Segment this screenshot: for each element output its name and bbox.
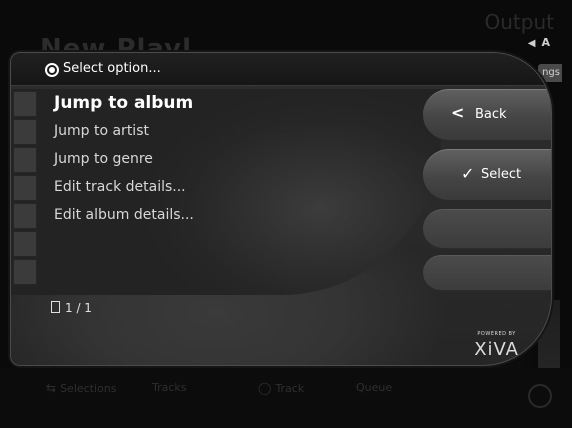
- nav-item-track[interactable]: ◯ Track: [258, 381, 304, 395]
- chevron-left-icon: <: [451, 103, 465, 122]
- brand-logo: POWERED BY XiVA: [474, 331, 519, 360]
- option-jump-to-album[interactable]: Jump to album: [54, 93, 193, 113]
- page-icon: [51, 301, 60, 313]
- option-edit-track-details[interactable]: Edit track details...: [54, 179, 186, 195]
- dialog-title: Select option...: [63, 61, 161, 76]
- option-edit-album-details[interactable]: Edit album details...: [54, 207, 194, 223]
- screen: New Playl Output ◀ A ngs ⇆ Selections Trac…: [0, 0, 572, 428]
- nav-item-tracks[interactable]: Tracks: [152, 381, 187, 394]
- circle-icon: [528, 384, 552, 408]
- row-marker: [13, 91, 37, 117]
- speaker-icon: ◀: [527, 38, 536, 49]
- nav-item-selections[interactable]: ⇆ Selections: [46, 381, 117, 395]
- row-marker: [13, 147, 37, 173]
- option-jump-to-genre[interactable]: Jump to genre: [54, 151, 153, 167]
- page-count: 1 / 1: [65, 301, 92, 315]
- empty-button-slot: [423, 209, 551, 249]
- nav-item-queue[interactable]: Queue: [356, 381, 392, 394]
- xiva-logo: XiVA: [474, 339, 519, 360]
- radio-icon: [45, 63, 59, 77]
- bottom-navigation-bar: [0, 368, 572, 428]
- track-icon: ◯: [258, 381, 272, 395]
- empty-button-slot: [423, 255, 551, 291]
- row-marker: [13, 203, 37, 229]
- powered-by-label: POWERED BY: [477, 331, 516, 337]
- output-label: Output: [484, 10, 554, 34]
- row-marker: [13, 259, 37, 285]
- option-jump-to-artist[interactable]: Jump to artist: [54, 123, 149, 139]
- volume-value: A: [541, 36, 550, 49]
- row-marker: [13, 175, 37, 201]
- select-option-dialog: Select option... Jump to album Jump to a…: [10, 52, 552, 366]
- volume-indicator: ◀ A: [528, 36, 550, 49]
- select-button[interactable]: ✓ Select: [423, 149, 551, 201]
- page-indicator: 1 / 1: [51, 301, 92, 315]
- checkmark-icon: ✓: [461, 164, 475, 183]
- back-button[interactable]: < Back: [423, 89, 551, 141]
- dialog-header: Select option...: [11, 53, 551, 86]
- action-buttons: < Back ✓ Select: [423, 89, 551, 295]
- row-marker: [13, 231, 37, 257]
- option-list: Jump to album Jump to artist Jump to gen…: [11, 89, 441, 295]
- row-marker: [13, 119, 37, 145]
- selections-icon: ⇆: [46, 381, 57, 395]
